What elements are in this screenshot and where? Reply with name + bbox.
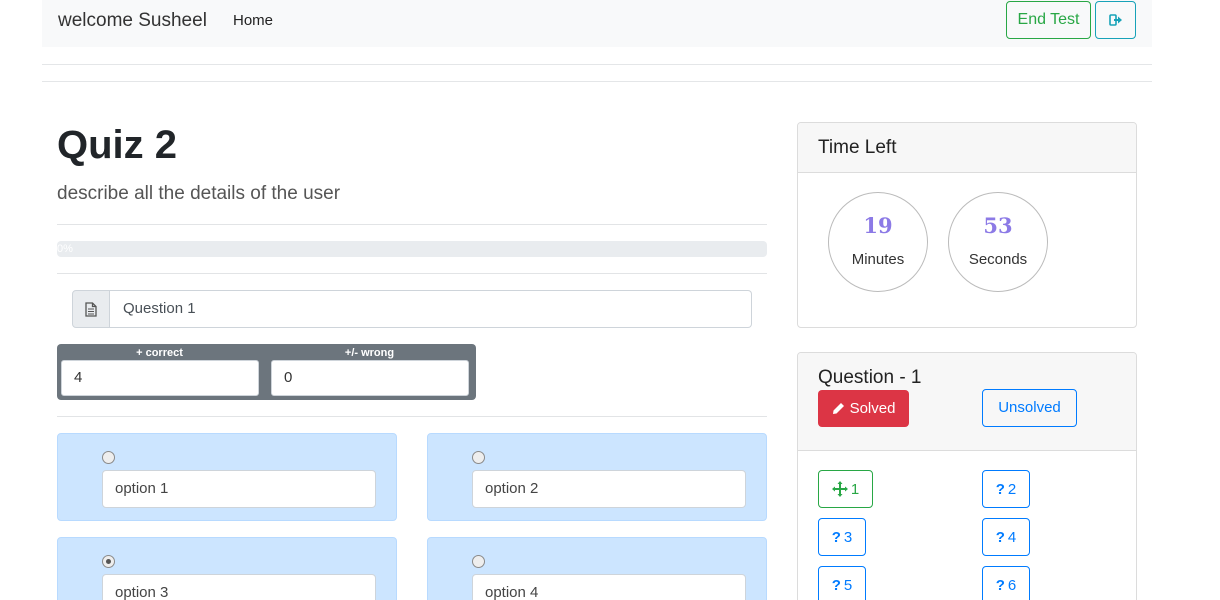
option-card[interactable]: option 4 (427, 537, 767, 600)
option-card[interactable]: option 3 (57, 537, 397, 600)
seconds-value: 53 (983, 213, 1013, 238)
question-icon: ? (831, 528, 841, 546)
question-icon: ? (995, 528, 1005, 546)
option-radio[interactable] (102, 451, 115, 464)
wrong-marks-input[interactable]: 0 (271, 360, 469, 396)
option-input[interactable]: option 3 (102, 574, 376, 600)
timer-title: Time Left (818, 137, 897, 158)
document-icon (85, 301, 97, 317)
solved-button[interactable]: Solved (818, 390, 909, 427)
navigator-title: Question - 1 (818, 367, 922, 388)
navbar: welcome Susheel Home End Test (42, 0, 1152, 47)
quiz-description: describe all the details of the user (57, 183, 341, 204)
divider (42, 81, 1152, 82)
question-button-3[interactable]: ? 3 (818, 518, 866, 556)
option-radio[interactable] (102, 555, 115, 568)
question-button-5[interactable]: ? 5 (818, 566, 866, 600)
navbar-brand[interactable]: welcome Susheel (58, 10, 207, 32)
sign-out-icon (1108, 14, 1122, 26)
correct-marks-box: + correct 4 (57, 344, 262, 400)
option-input[interactable]: option 4 (472, 574, 746, 600)
question-icon: ? (995, 480, 1005, 498)
solved-label: Solved (849, 400, 896, 417)
progress-bar: 0% (57, 241, 767, 257)
question-button-6[interactable]: ? 6 (982, 566, 1030, 600)
move-icon (831, 481, 848, 497)
timer-card-header: Time Left (798, 123, 1136, 173)
divider (57, 224, 767, 225)
timer-card: Time Left 19 Minutes 53 Seconds (797, 122, 1137, 328)
divider (42, 64, 1152, 65)
option-radio[interactable] (472, 451, 485, 464)
question-number: 1 (850, 480, 860, 498)
correct-marks-label: + correct (136, 347, 183, 359)
correct-marks-input[interactable]: 4 (61, 360, 259, 396)
question-input-group: Question 1 (72, 290, 752, 328)
option-input[interactable]: option 2 (472, 470, 746, 508)
quiz-title: Quiz 2 (57, 123, 178, 167)
seconds-label: Seconds (968, 251, 1028, 268)
wrong-marks-box: +/- wrong 0 (267, 344, 472, 400)
marks-panel: + correct 4 +/- wrong 0 (57, 344, 476, 400)
pencil-icon (832, 403, 844, 414)
progress-label: 0% (57, 243, 73, 255)
question-button-2[interactable]: ? 2 (982, 470, 1030, 508)
question-number: 3 (843, 528, 853, 546)
minutes-label: Minutes (851, 251, 905, 268)
option-radio[interactable] (472, 555, 485, 568)
question-icon: ? (995, 576, 1005, 594)
question-addon (72, 290, 110, 328)
end-test-button[interactable]: End Test (1006, 1, 1091, 39)
option-card[interactable]: option 1 (57, 433, 397, 521)
question-number: 6 (1007, 576, 1017, 594)
minutes-circle: 19 Minutes (828, 192, 928, 292)
divider (57, 273, 767, 274)
question-icon: ? (831, 576, 841, 594)
question-button-4[interactable]: ? 4 (982, 518, 1030, 556)
logout-button[interactable] (1095, 1, 1136, 39)
question-number: 4 (1007, 528, 1017, 546)
seconds-circle: 53 Seconds (948, 192, 1048, 292)
navigator-header: Question - 1 Solved Unsolved (798, 353, 1136, 451)
wrong-marks-label: +/- wrong (344, 347, 395, 359)
minutes-value: 19 (863, 213, 893, 238)
option-input[interactable]: option 1 (102, 470, 376, 508)
nav-link-home[interactable]: Home (233, 12, 273, 29)
option-card[interactable]: option 2 (427, 433, 767, 521)
unsolved-button[interactable]: Unsolved (982, 389, 1077, 427)
divider (57, 416, 767, 417)
question-number: 5 (843, 576, 853, 594)
question-title-field[interactable]: Question 1 (110, 290, 752, 328)
question-button-1[interactable]: 1 (818, 470, 873, 508)
question-number: 2 (1007, 480, 1017, 498)
question-navigator-card: Question - 1 Solved Unsolved 1 ? 2 ? 3 ?… (797, 352, 1137, 600)
